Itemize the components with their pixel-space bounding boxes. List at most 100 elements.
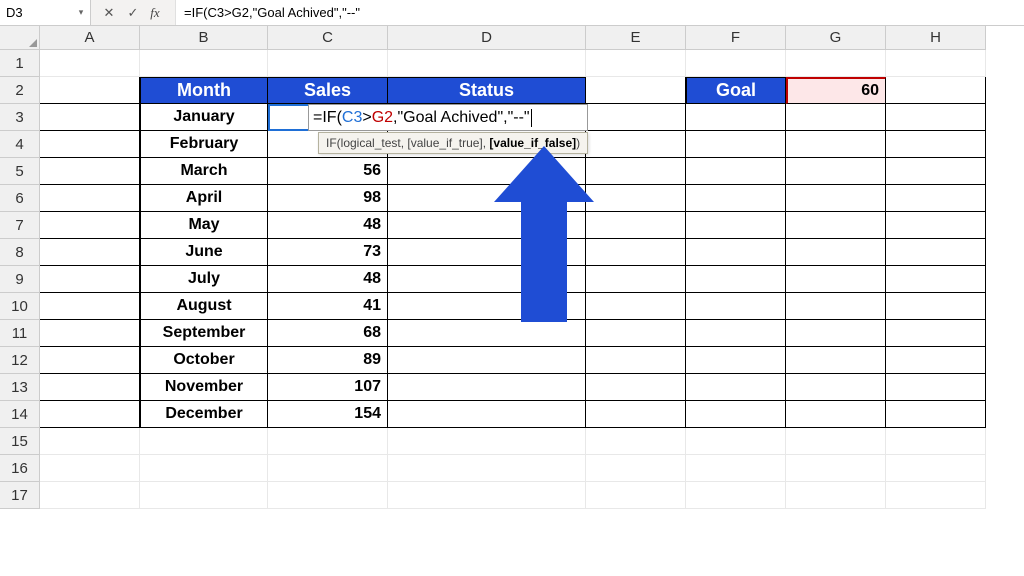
cell-C6[interactable]: 98 [268,185,388,212]
row-header-9[interactable]: 9 [0,266,40,293]
row-header-1[interactable]: 1 [0,50,40,77]
cell-C11[interactable]: 68 [268,320,388,347]
cell-A15[interactable] [40,428,140,455]
cell-B9[interactable]: July [140,266,268,293]
col-header-g[interactable]: G [786,26,886,50]
row-header-6[interactable]: 6 [0,185,40,212]
cell-F15[interactable] [686,428,786,455]
cell-E2[interactable] [586,77,686,104]
cell-D12[interactable] [388,347,586,374]
cell-G14[interactable] [786,401,886,428]
cell-A13[interactable] [40,374,140,401]
cell-B8[interactable]: June [140,239,268,266]
cell-B7[interactable]: May [140,212,268,239]
cell-E12[interactable] [586,347,686,374]
cell-B11[interactable]: September [140,320,268,347]
cell-A16[interactable] [40,455,140,482]
cell-D14[interactable] [388,401,586,428]
cell-B12[interactable]: October [140,347,268,374]
cell-B4[interactable]: February [140,131,268,158]
cell-H12[interactable] [886,347,986,374]
cell-A10[interactable] [40,293,140,320]
row-header-17[interactable]: 17 [0,482,40,509]
cell-C16[interactable] [268,455,388,482]
cell-F16[interactable] [686,455,786,482]
cell-C7[interactable]: 48 [268,212,388,239]
cell-H17[interactable] [886,482,986,509]
cell-D13[interactable] [388,374,586,401]
cell-E16[interactable] [586,455,686,482]
cell-H6[interactable] [886,185,986,212]
row-header-2[interactable]: 2 [0,77,40,104]
cell-G9[interactable] [786,266,886,293]
cell-G7[interactable] [786,212,886,239]
cell-F10[interactable] [686,293,786,320]
cell-A4[interactable] [40,131,140,158]
cell-H8[interactable] [886,239,986,266]
cell-H3[interactable] [886,104,986,131]
col-header-b[interactable]: B [140,26,268,50]
cell-A5[interactable] [40,158,140,185]
cell-C1[interactable] [268,50,388,77]
cell-D1[interactable] [388,50,586,77]
cell-D16[interactable] [388,455,586,482]
cell-H1[interactable] [886,50,986,77]
cell-E9[interactable] [586,266,686,293]
cell-B1[interactable] [140,50,268,77]
formula-input[interactable] [176,0,1024,25]
chevron-down-icon[interactable]: ▾ [72,0,90,25]
cell-F17[interactable] [686,482,786,509]
cell-E14[interactable] [586,401,686,428]
row-header-11[interactable]: 11 [0,320,40,347]
cell-G11[interactable] [786,320,886,347]
cell-E15[interactable] [586,428,686,455]
cell-H13[interactable] [886,374,986,401]
col-header-h[interactable]: H [886,26,986,50]
cell-C2[interactable]: Sales [268,77,388,104]
cell-G17[interactable] [786,482,886,509]
cell-C12[interactable]: 89 [268,347,388,374]
cell-G5[interactable] [786,158,886,185]
cell-A9[interactable] [40,266,140,293]
cell-B3[interactable]: January [140,104,268,131]
cell-B14[interactable]: December [140,401,268,428]
cell-G10[interactable] [786,293,886,320]
cell-A1[interactable] [40,50,140,77]
cell-B15[interactable] [140,428,268,455]
cell-D11[interactable] [388,320,586,347]
cell-G6[interactable] [786,185,886,212]
cell-E6[interactable] [586,185,686,212]
cell-E7[interactable] [586,212,686,239]
cell-F14[interactable] [686,401,786,428]
cell-F4[interactable] [686,131,786,158]
cell-C17[interactable] [268,482,388,509]
cell-H4[interactable] [886,131,986,158]
cancel-icon[interactable]: ✕ [97,5,121,21]
select-all-corner[interactable] [0,26,40,50]
cell-B16[interactable] [140,455,268,482]
cell-F13[interactable] [686,374,786,401]
cell-G16[interactable] [786,455,886,482]
row-header-5[interactable]: 5 [0,158,40,185]
cell-C10[interactable]: 41 [268,293,388,320]
cell-H16[interactable] [886,455,986,482]
cell-G12[interactable] [786,347,886,374]
cell-H5[interactable] [886,158,986,185]
cell-G8[interactable] [786,239,886,266]
cell-F6[interactable] [686,185,786,212]
cell-E5[interactable] [586,158,686,185]
cell-E3[interactable] [586,104,686,131]
row-header-16[interactable]: 16 [0,455,40,482]
cell-D15[interactable] [388,428,586,455]
row-header-14[interactable]: 14 [0,401,40,428]
cell-E17[interactable] [586,482,686,509]
cell-E1[interactable] [586,50,686,77]
col-header-c[interactable]: C [268,26,388,50]
cell-G4[interactable] [786,131,886,158]
cell-C5[interactable]: 56 [268,158,388,185]
cell-C8[interactable]: 73 [268,239,388,266]
cell-B13[interactable]: November [140,374,268,401]
cell-H9[interactable] [886,266,986,293]
cell-H10[interactable] [886,293,986,320]
cell-C14[interactable]: 154 [268,401,388,428]
